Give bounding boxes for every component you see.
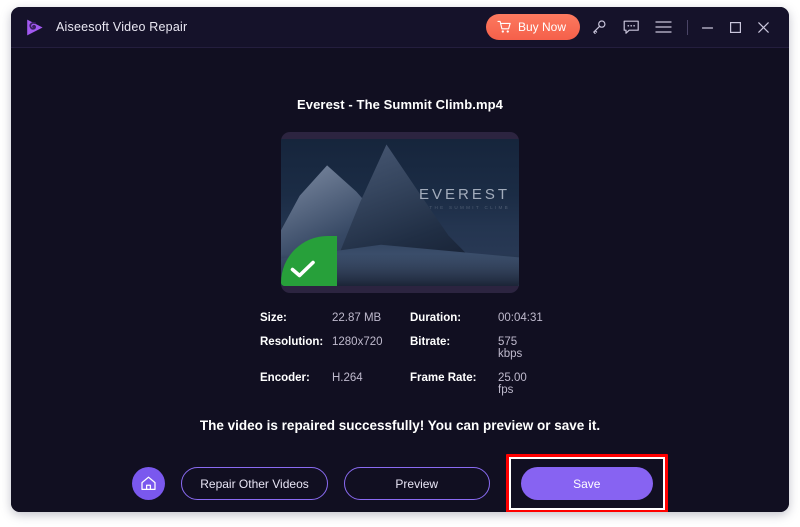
file-name-title: Everest - The Summit Climb.mp4 (297, 97, 503, 112)
video-thumbnail[interactable]: EVEREST THE SUMMIT CLIMB (281, 132, 519, 293)
meta-value-bitrate: 575 kbps (498, 336, 523, 360)
minimize-icon[interactable] (693, 14, 721, 40)
play-logo-icon (24, 17, 45, 38)
chat-bubble-icon[interactable] (618, 14, 644, 40)
meta-value-duration: 00:04:31 (498, 312, 543, 324)
titlebar-divider (687, 19, 688, 35)
meta-value-resolution: 1280x720 (332, 336, 383, 348)
home-button[interactable] (132, 467, 166, 500)
app-title: Aiseesoft Video Repair (56, 20, 188, 34)
meta-value-size: 22.87 MB (332, 312, 382, 324)
repair-other-videos-button[interactable]: Repair Other Videos (181, 467, 328, 500)
meta-label-duration: Duration: (410, 312, 462, 324)
status-message: The video is repaired successfully! You … (199, 418, 601, 433)
thumbnail-image: EVEREST THE SUMMIT CLIMB (281, 139, 519, 286)
meta-label-size: Size: (260, 312, 287, 324)
maximize-icon[interactable] (721, 14, 749, 40)
thumbnail-overlay-subtitle: THE SUMMIT CLIMB (429, 205, 510, 210)
video-metadata: Size: 22.87 MB Duration: 00:04:31 Resolu… (260, 312, 543, 396)
thumbnail-overlay-title: EVEREST (418, 186, 510, 203)
action-bar: Repair Other Videos Preview Save (11, 454, 789, 512)
main-content: Everest - The Summit Climb.mp4 EVEREST T… (11, 97, 789, 512)
meta-label-bitrate: Bitrate: (410, 336, 451, 348)
meta-label-framerate: Frame Rate: (410, 372, 477, 384)
buy-now-label: Buy Now (517, 20, 566, 34)
shopping-cart-icon (497, 20, 512, 34)
meta-label-encoder: Encoder: (260, 372, 310, 384)
meta-value-encoder: H.264 (332, 372, 363, 384)
save-button-highlight: Save (505, 454, 668, 512)
app-window: Aiseesoft Video Repair Buy Now Everest -… (11, 7, 789, 512)
home-icon (140, 475, 157, 492)
hamburger-menu-icon[interactable] (650, 14, 676, 40)
titlebar-controls: Buy Now (485, 14, 777, 40)
save-button[interactable]: Save (520, 467, 653, 500)
meta-value-framerate: 25.00 fps (498, 372, 527, 396)
buy-now-button[interactable]: Buy Now (485, 14, 580, 40)
close-icon[interactable] (749, 14, 777, 40)
title-bar: Aiseesoft Video Repair Buy Now (11, 7, 789, 48)
preview-button[interactable]: Preview (343, 467, 490, 500)
meta-label-resolution: Resolution: (260, 336, 324, 348)
thumbnail-overlay-text: EVEREST THE SUMMIT CLIMB (419, 186, 510, 210)
key-icon[interactable] (586, 14, 612, 40)
